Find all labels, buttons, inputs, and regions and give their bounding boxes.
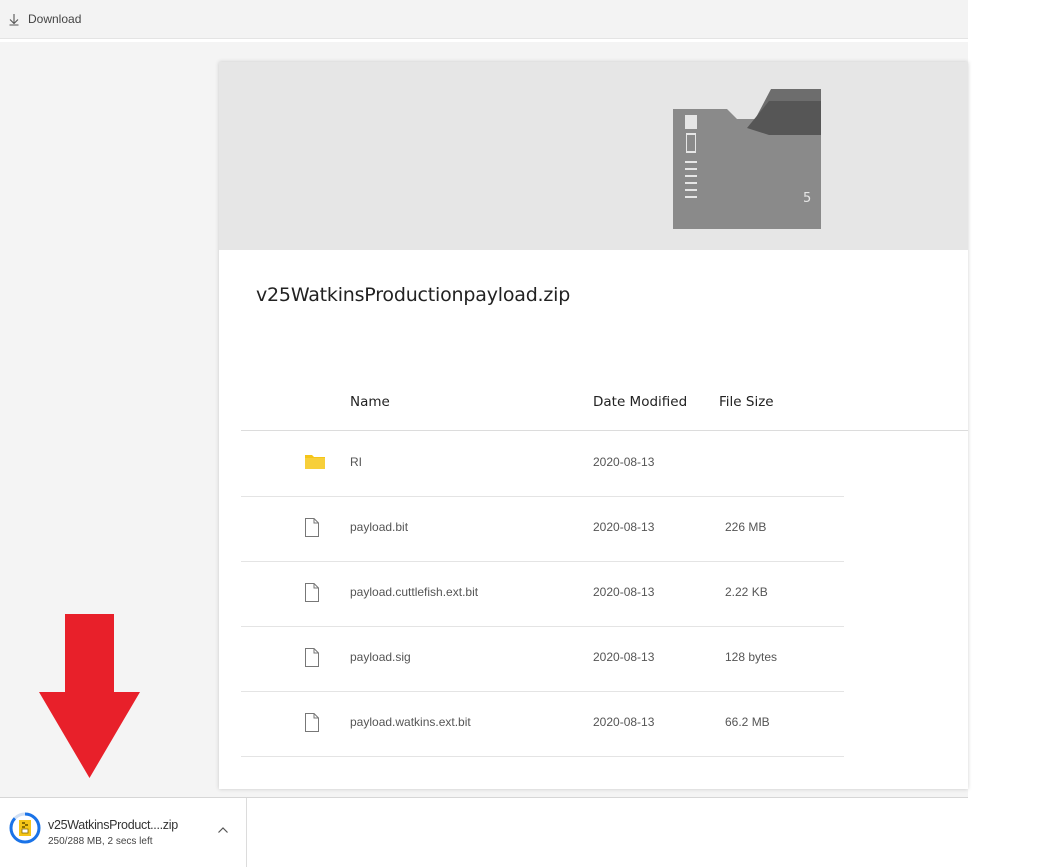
table-header: Name Date Modified File Size <box>241 382 968 431</box>
card-header: 5 <box>219 62 968 250</box>
row-date: 2020-08-13 <box>593 715 655 729</box>
zip-badge: 5 <box>803 191 811 206</box>
folder-icon <box>305 455 325 469</box>
column-date-modified[interactable]: Date Modified <box>593 394 687 410</box>
row-name: payload.bit <box>350 520 409 534</box>
row-name: payload.sig <box>350 650 411 664</box>
row-date: 2020-08-13 <box>593 455 655 469</box>
row-size: 226 MB <box>725 520 767 534</box>
file-title: v25WatkinsProductionpayload.zip <box>256 284 571 306</box>
file-icon <box>305 713 319 732</box>
column-name[interactable]: Name <box>350 394 390 410</box>
column-file-size[interactable]: File Size <box>719 394 774 410</box>
file-icon <box>305 648 319 667</box>
row-name: payload.watkins.ext.bit <box>350 715 471 729</box>
red-arrow-annotation <box>39 614 140 778</box>
row-date: 2020-08-13 <box>593 585 655 599</box>
download-status: 250/288 MB, 2 secs left <box>48 836 153 847</box>
row-size: 128 bytes <box>725 650 778 664</box>
download-bar: v25WatkinsProduct....zip 250/288 MB, 2 s… <box>0 797 968 867</box>
file-icon <box>305 583 319 602</box>
download-item[interactable]: v25WatkinsProduct....zip 250/288 MB, 2 s… <box>0 798 247 867</box>
download-button[interactable]: Download <box>8 12 81 26</box>
row-date: 2020-08-13 <box>593 650 655 664</box>
zip-folder-icon: 5 <box>673 89 821 229</box>
table-row[interactable]: payload.bit 2020-08-13 226 MB <box>241 496 844 562</box>
table-row[interactable]: RI 2020-08-13 <box>241 431 844 497</box>
download-label: Download <box>28 12 82 26</box>
table-row[interactable]: payload.cuttlefish.ext.bit 2020-08-13 2.… <box>241 561 844 627</box>
download-icon <box>9 13 19 26</box>
top-toolbar: Download <box>0 0 968 39</box>
row-date: 2020-08-13 <box>593 520 655 534</box>
chevron-up-icon[interactable] <box>217 826 229 834</box>
zip-preview-card: 5 v25WatkinsProductionpayload.zip Name D… <box>219 62 968 789</box>
row-size: 2.22 KB <box>725 585 768 599</box>
zip-archive-progress-icon <box>9 812 41 844</box>
table-row[interactable]: payload.sig 2020-08-13 128 bytes <box>241 626 844 692</box>
row-name: RI <box>350 455 362 469</box>
download-file-name: v25WatkinsProduct....zip <box>48 818 178 832</box>
row-size: 66.2 MB <box>725 715 770 729</box>
table-row[interactable]: payload.watkins.ext.bit 2020-08-13 66.2 … <box>241 691 844 757</box>
row-name: payload.cuttlefish.ext.bit <box>350 585 479 599</box>
file-icon <box>305 518 319 537</box>
